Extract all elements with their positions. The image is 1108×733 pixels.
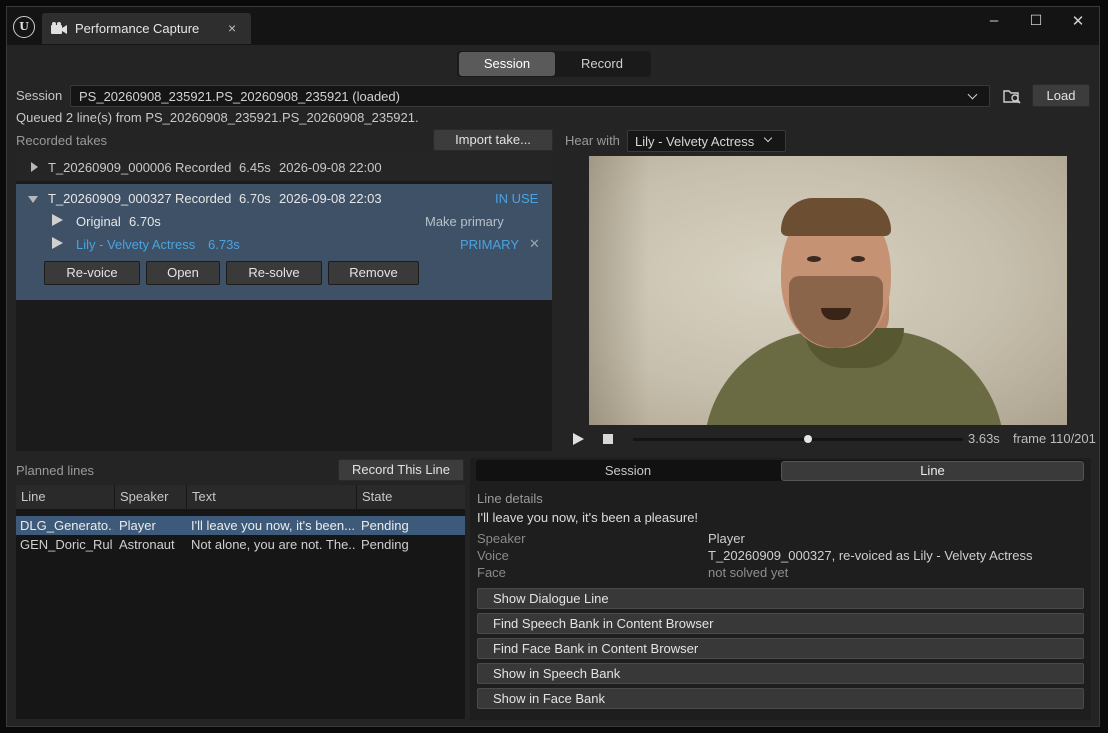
hear-with-combo[interactable]: Lily - Velvety Actress [627,130,786,152]
table-row[interactable]: DLG_Generato... Player I'll leave you no… [16,516,465,535]
chevron-down-icon [763,133,773,143]
tab-session[interactable]: Session [476,461,780,481]
show-in-face-bank-button[interactable]: Show in Face Bank [477,688,1084,709]
find-speech-bank-button[interactable]: Find Speech Bank in Content Browser [477,613,1084,634]
video-preview[interactable] [589,156,1067,425]
planned-lines-table: Line Speaker Text State DLG_Generato... … [16,485,465,719]
field-value-speaker: Player [708,531,745,546]
field-label-speaker: Speaker [477,531,526,546]
mode-record-tab[interactable]: Record [555,52,649,76]
column-header-text[interactable]: Text [187,485,357,509]
play-variant-icon[interactable] [52,214,63,226]
cell-state: Pending [361,537,409,552]
take-date: 2026-09-08 22:00 [279,160,382,175]
scrub-track[interactable] [633,435,963,443]
line-text: I'll leave you now, it's been a pleasure… [477,510,699,525]
current-time: 3.63s [968,431,1000,446]
cell-text: Not alone, you are not. The... [191,537,355,552]
editor-tab[interactable]: Performance Capture × [42,13,251,44]
scrub-handle[interactable] [803,435,812,443]
play-variant-icon[interactable] [52,237,63,249]
take-duration: 6.45s [239,160,271,175]
mode-session-tab[interactable]: Session [459,52,555,76]
show-in-speech-bank-button[interactable]: Show in Speech Bank [477,663,1084,684]
take-state: Recorded [175,160,232,175]
variant-duration: 6.73s [208,237,240,252]
hear-with-label: Hear with [565,133,620,148]
field-value-face: not solved yet [708,565,789,580]
session-label: Session [16,88,63,103]
import-take-button[interactable]: Import take... [433,129,553,151]
folder-search-icon[interactable] [1003,88,1021,104]
cell-line: GEN_Doric_Rule [20,537,113,552]
chevron-down-icon [967,89,978,100]
stop-icon[interactable] [603,434,613,444]
variant-name: Lily - Velvety Actress [76,237,196,252]
cell-speaker: Player [119,518,156,533]
play-icon[interactable] [573,433,584,445]
collapse-arrow-icon[interactable] [28,196,38,203]
minimize-icon[interactable]: – [981,12,1007,34]
variant-name: Original [76,214,121,229]
video-subject-eye [807,256,821,262]
record-this-line-button[interactable]: Record This Line [338,459,464,481]
primary-badge: PRIMARY [460,237,519,252]
re-voice-button[interactable]: Re-voice [44,261,140,285]
take-name: T_20260909_000327 [48,191,172,206]
tab-line[interactable]: Line [781,461,1084,481]
column-header-speaker[interactable]: Speaker [115,485,187,509]
cell-line: DLG_Generato... [20,518,113,533]
take-date: 2026-09-08 22:03 [279,191,382,206]
take-row-selected[interactable]: T_20260909_000327 Recorded 6.70s 2026-09… [16,184,552,300]
field-value-voice: T_20260909_000327, re-voiced as Lily - V… [708,548,1033,563]
take-state: Recorded [175,191,232,206]
take-row[interactable]: T_20260909_000006 Recorded 6.45s 2026-09… [16,153,552,181]
recorded-takes-label: Recorded takes [16,133,108,148]
cell-text: I'll leave you now, it's been... [191,518,355,533]
performance-capture-window: U Performance Capture × – ☐ ✕ Session Re… [6,6,1100,727]
find-face-bank-button[interactable]: Find Face Bank in Content Browser [477,638,1084,659]
field-label-face: Face [477,565,506,580]
maximize-icon[interactable]: ☐ [1023,12,1049,34]
cell-speaker: Astronaut [119,537,175,552]
table-header: Line Speaker Text State [16,485,465,509]
session-value: PS_20260908_235921.PS_20260908_235921 (l… [79,89,400,104]
takes-list: T_20260909_000006 Recorded 6.45s 2026-09… [16,153,552,451]
column-header-line[interactable]: Line [16,485,115,509]
variant-duration: 6.70s [129,214,161,229]
video-background [589,156,649,425]
table-row[interactable]: GEN_Doric_Rule Astronaut Not alone, you … [16,535,465,554]
session-status: Queued 2 line(s) from PS_20260908_235921… [16,110,419,125]
tab-close-icon[interactable]: × [228,20,236,36]
take-name: T_20260909_000006 [48,160,172,175]
field-label-voice: Voice [477,548,509,563]
make-primary-link[interactable]: Make primary [425,214,504,229]
in-use-badge: IN USE [495,191,539,206]
video-subject-hair [781,198,891,236]
window-close-icon[interactable]: ✕ [1065,12,1091,34]
open-button[interactable]: Open [146,261,220,285]
video-camera-icon [51,22,67,34]
line-details-heading: Line details [477,491,543,506]
cell-state: Pending [361,518,409,533]
remove-button[interactable]: Remove [328,261,419,285]
details-panel: Session Line Line details I'll leave you… [470,458,1091,720]
frame-counter: frame 110/201 [1013,431,1096,446]
video-subject-eye [851,256,865,262]
unreal-logo-icon[interactable]: U [13,16,35,38]
remove-variant-icon[interactable]: ✕ [529,236,540,252]
show-dialogue-line-button[interactable]: Show Dialogue Line [477,588,1084,609]
load-button[interactable]: Load [1032,84,1090,107]
hear-with-value: Lily - Velvety Actress [635,134,755,149]
expand-arrow-icon[interactable] [31,162,38,172]
session-combo[interactable]: PS_20260908_235921.PS_20260908_235921 (l… [70,85,990,107]
title-bar: U Performance Capture × – ☐ ✕ [7,7,1099,45]
re-solve-button[interactable]: Re-solve [226,261,322,285]
planned-lines-label: Planned lines [16,463,95,478]
column-header-state[interactable]: State [357,485,465,509]
take-duration: 6.70s [239,191,271,206]
tab-title: Performance Capture [75,21,200,36]
transport-bar: 3.63s frame 110/201 [565,425,1097,453]
